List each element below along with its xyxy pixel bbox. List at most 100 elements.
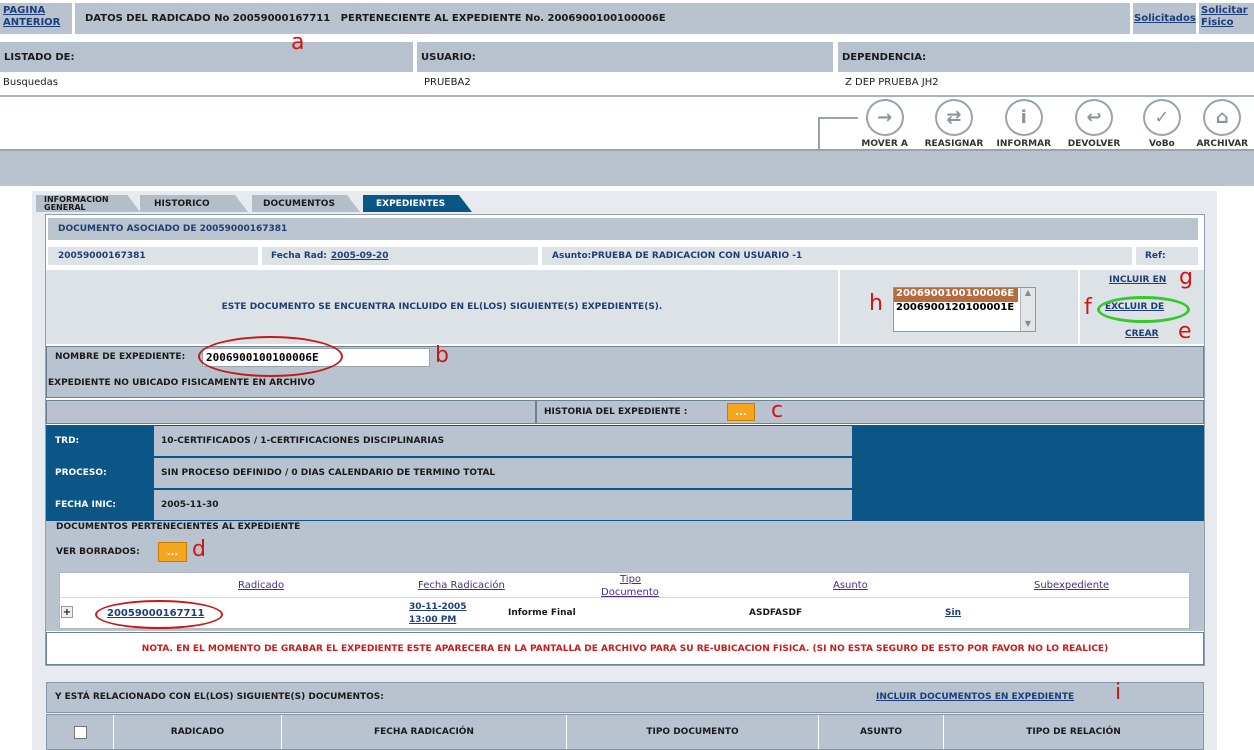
expedientes-listbox[interactable]: 2006900100100006E 2006900120100001E ▲ ▼ — [893, 287, 1036, 332]
ver-borrados-ellipsis-button[interactable]: ... — [158, 542, 187, 562]
action-label: INFORMAR — [996, 139, 1051, 149]
select-all-cell — [47, 715, 114, 749]
action-toolbar: → MOVER A ⇄ REASIGNAR i INFORMAR ↩ DEVOL… — [850, 99, 1250, 149]
dependencia-label-cell: DEPENDENCIA: — [838, 42, 1254, 72]
tab-documentos[interactable]: DOCUMENTOS — [252, 195, 360, 212]
row-sub-link[interactable]: Sin — [945, 608, 961, 618]
trd-value: 10-CERTIFICADOS / 1-CERTIFICACIONES DISC… — [161, 436, 445, 446]
return-icon: ↩ — [1075, 99, 1114, 136]
tab-expedientes-label: EXPEDIENTES — [376, 198, 446, 209]
highlight-nombre-oval — [198, 336, 343, 377]
tab-historico[interactable]: HISTORICO — [140, 195, 248, 212]
dependencia-value: Z DEP PRUEBA JH2 — [845, 77, 939, 88]
row-asunto: ASDFASDF — [749, 608, 803, 618]
ver-borrados-label: VER BORRADOS: — [56, 547, 140, 557]
solicitar-line2: Fisico — [1201, 17, 1234, 28]
usuario-label: USUARIO: — [421, 51, 476, 63]
solicitados-link[interactable]: Solicitados — [1134, 13, 1196, 24]
historia-ellipsis-button[interactable]: ... — [727, 403, 755, 421]
annotation-b: b — [435, 343, 449, 368]
fecha-inic-value: 2005-11-30 — [161, 500, 219, 510]
trd-label: TRD: — [55, 436, 80, 446]
col-header-radicado[interactable]: Radicado — [238, 580, 284, 591]
listbox-item-selected[interactable]: 2006900100100006E — [894, 288, 1018, 302]
trd-value-cell: 10-CERTIFICADOS / 1-CERTIFICACIONES DISC… — [154, 426, 852, 456]
trd-label-cell: TRD: — [46, 425, 152, 457]
action-label: MOVER A — [861, 139, 908, 149]
action-reasignar-button[interactable]: ⇄ REASIGNAR — [919, 99, 988, 149]
usuario-value: PRUEBA2 — [424, 77, 471, 88]
proceso-label: PROCESO: — [55, 468, 107, 478]
back-link-line1: PAGINA — [3, 5, 46, 16]
action-mover-a-button[interactable]: → MOVER A — [850, 99, 919, 149]
fecha-inic-value-cell: 2005-11-30 — [154, 490, 852, 520]
proceso-value-cell: SIN PROCESO DEFINIDO / 0 DIAS CALENDARIO… — [154, 458, 852, 488]
doc-asunto: Asunto:PRUEBA DE RADICACION CON USUARIO … — [552, 251, 803, 261]
select-all-checkbox[interactable] — [73, 725, 87, 739]
incluir-documentos-link[interactable]: INCLUIR DOCUMENTOS EN EXPEDIENTE — [876, 692, 1074, 702]
arrow-right-icon: → — [865, 99, 904, 136]
listado-label-cell: LISTADO DE: — [0, 42, 413, 72]
row-fecha-link[interactable]: 30-11-2005 13:00 PM — [409, 601, 467, 627]
col-header-asunto[interactable]: Asunto — [833, 580, 868, 591]
info-divider — [0, 95, 1254, 97]
doc-header: DOCUMENTO ASOCIADO DE 20059000167381 — [48, 218, 1198, 240]
action-label: VoBo — [1149, 139, 1175, 149]
action-vobo-button[interactable]: ✓ VoBo — [1129, 99, 1194, 149]
scroll-down-icon[interactable]: ▼ — [1021, 319, 1035, 331]
annotation-i: i — [1115, 680, 1122, 705]
related-col-tipo-relacion: TIPO DE RELACIÓN — [1026, 727, 1121, 737]
col-header-tipo[interactable]: Tipo — [620, 574, 641, 585]
annotation-a: a — [291, 30, 305, 55]
doc-ref: Ref: — [1145, 251, 1166, 261]
listado-value: Busquedas — [3, 77, 58, 88]
nombre-expediente-label: NOMBRE DE EXPEDIENTE: — [55, 352, 186, 362]
annotation-e: e — [1178, 319, 1192, 344]
expediente-status: EXPEDIENTE NO UBICADO FISICAMENTE EN ARC… — [48, 378, 316, 388]
dependencia-label: DEPENDENCIA: — [842, 51, 927, 63]
tab-documentos-label: DOCUMENTOS — [263, 198, 335, 209]
doc-fecha-cell: Fecha Rad: 2005-09-20 — [262, 247, 538, 265]
incluir-en-link[interactable]: INCLUIR EN — [1109, 275, 1166, 285]
annotation-g: g — [1179, 265, 1193, 290]
archive-icon: ⌂ — [1203, 99, 1242, 136]
annotation-h: h — [869, 291, 883, 316]
expand-row-button[interactable]: + — [61, 606, 73, 618]
crear-link[interactable]: CREAR — [1125, 329, 1159, 339]
col-header-documento[interactable]: Documento — [601, 587, 659, 598]
related-col-asunto: ASUNTO — [819, 715, 944, 749]
docs-section-title: DOCUMENTOS PERTENECIENTES AL EXPEDIENTE — [56, 522, 301, 532]
docs-table-row — [60, 599, 1189, 628]
check-icon: ✓ — [1142, 99, 1181, 136]
historia-label: HISTORIA DEL EXPEDIENTE : — [544, 407, 688, 417]
usuario-label-cell: USUARIO: — [417, 42, 833, 72]
nota-text: NOTA. EN EL MOMENTO DE GRABAR EL EXPEDIE… — [141, 643, 1109, 654]
tab-informacion-general[interactable]: INFORMACION GENERAL — [36, 195, 140, 212]
row-fecha-time: 13:00 PM — [409, 615, 457, 625]
col-header-fecha[interactable]: Fecha Radicación — [418, 580, 505, 591]
solicitar-fisico-link[interactable]: Solicitar Fisico — [1201, 5, 1248, 29]
listbox-item[interactable]: 2006900120100001E — [894, 302, 1035, 316]
action-label: DEVOLVER — [1067, 139, 1121, 149]
action-archivar-button[interactable]: ⌂ ARCHIVAR — [1195, 99, 1250, 149]
col-header-subexpediente[interactable]: Subexpediente — [1034, 580, 1109, 591]
action-informar-button[interactable]: i INFORMAR — [989, 99, 1059, 149]
doc-radicado-cell: 20059000167381 — [48, 247, 258, 265]
doc-fecha-link[interactable]: 2005-09-20 — [331, 251, 389, 261]
action-label: REASIGNAR — [924, 139, 984, 149]
back-link-line2: ANTERIOR — [3, 17, 61, 28]
proceso-label-cell: PROCESO: — [46, 457, 152, 489]
tab-expedientes[interactable]: EXPEDIENTES — [363, 195, 472, 212]
action-devolver-button[interactable]: ↩ DEVOLVER — [1059, 99, 1129, 149]
highlight-excluir-oval — [1097, 296, 1190, 323]
back-link[interactable]: PAGINA ANTERIOR — [3, 5, 60, 29]
related-table-header: RADICADO FECHA RADICACIÓN TIPO DOCUMENTO… — [46, 714, 1204, 750]
annotation-f: f — [1084, 295, 1092, 320]
page-title-cell: DATOS DEL RADICADO No 20059000167711 PER… — [75, 3, 1130, 34]
related-col-tipo: TIPO DOCUMENTO — [567, 715, 819, 749]
doc-fecha-label: Fecha Rad: — [271, 251, 327, 261]
proceso-value: SIN PROCESO DEFINIDO / 0 DIAS CALENDARIO… — [161, 468, 496, 478]
doc-radicado: 20059000167381 — [58, 251, 146, 261]
scroll-up-icon[interactable]: ▲ — [1021, 288, 1035, 300]
listbox-scrollbar[interactable]: ▲ ▼ — [1020, 288, 1035, 331]
